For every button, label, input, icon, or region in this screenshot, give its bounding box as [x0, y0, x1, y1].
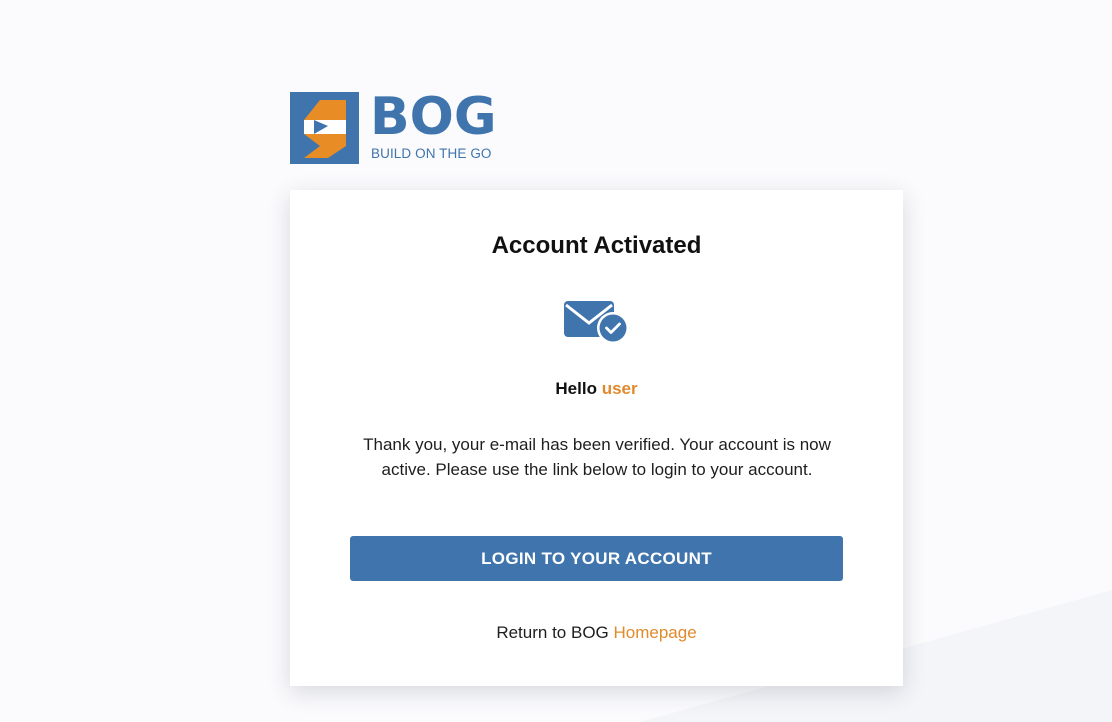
greeting-prefix: Hello	[555, 379, 597, 398]
card-title: Account Activated	[491, 232, 702, 259]
brand-logo[interactable]: BOG BUILD ON THE GO	[290, 87, 497, 164]
verification-message: Thank you, your e-mail has been verified…	[363, 435, 831, 479]
activation-card: Account Activated Hello user Thank you, …	[290, 190, 903, 686]
brand-tagline: BUILD ON THE GO	[371, 146, 492, 161]
greeting: Hello user	[290, 379, 903, 399]
bog-logo-mark-icon	[290, 92, 359, 164]
return-prefix: Return to BOG	[496, 623, 609, 642]
greeting-username: user	[601, 379, 638, 398]
return-homepage-line: Return to BOG Homepage	[290, 623, 903, 643]
brand-name: BOG	[370, 87, 497, 147]
homepage-link[interactable]: Homepage	[614, 623, 697, 642]
mail-check-icon	[564, 301, 629, 344]
login-button[interactable]: LOGIN TO YOUR ACCOUNT	[350, 536, 843, 581]
